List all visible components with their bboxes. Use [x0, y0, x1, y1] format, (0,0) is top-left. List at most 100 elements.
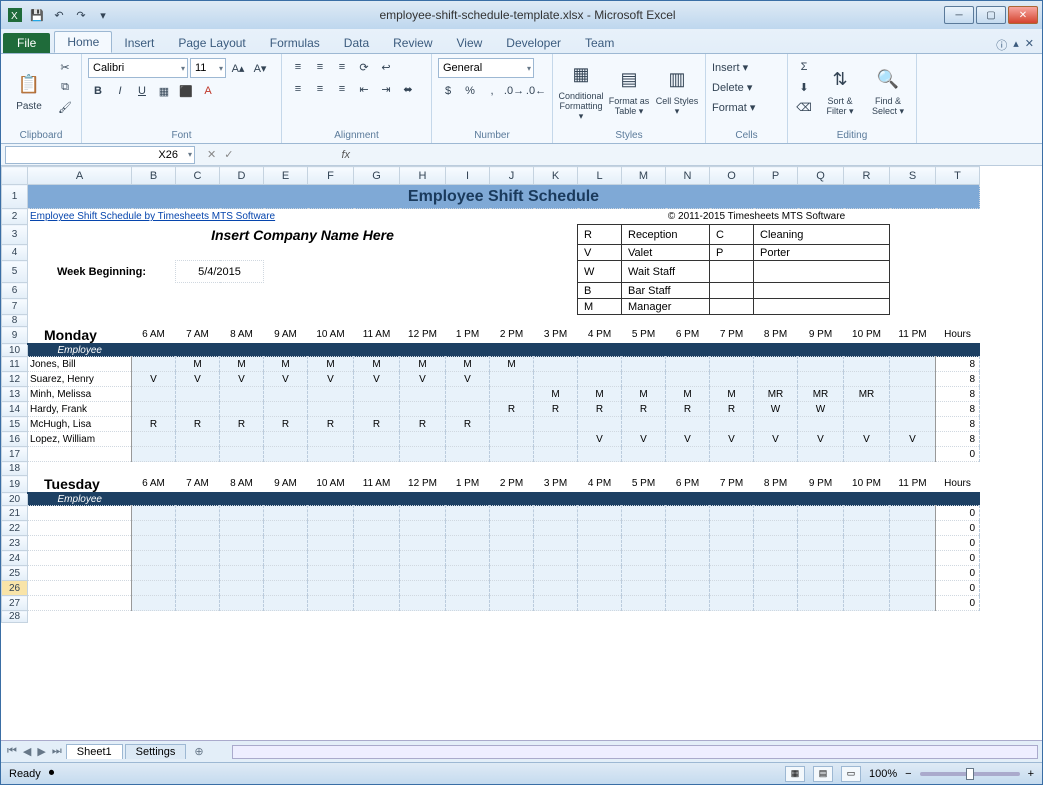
font-size-combo[interactable]: 11 [190, 58, 226, 78]
doc-close-icon[interactable]: ✕ [1025, 37, 1034, 53]
underline-button[interactable]: U [132, 82, 152, 100]
shift-cell[interactable] [220, 432, 264, 447]
align-left-icon[interactable]: ≡ [288, 80, 308, 98]
row-header[interactable]: 2 [2, 209, 28, 225]
shift-cell[interactable]: V [264, 372, 308, 387]
fill-icon[interactable]: ⬇ [794, 78, 814, 96]
shift-cell[interactable]: V [220, 372, 264, 387]
page-break-view-icon[interactable]: ▭ [841, 766, 861, 782]
font-color-icon[interactable]: A [198, 82, 218, 100]
shrink-font-icon[interactable]: A▾ [250, 59, 270, 77]
percent-icon[interactable]: % [460, 82, 480, 100]
col-header[interactable]: N [666, 167, 710, 185]
shift-cell[interactable]: M [400, 357, 446, 372]
shift-cell[interactable] [666, 417, 710, 432]
shift-cell[interactable] [308, 402, 354, 417]
shift-cell[interactable] [710, 417, 754, 432]
shift-cell[interactable]: M [354, 357, 400, 372]
shift-cell[interactable] [446, 432, 490, 447]
shift-cell[interactable]: R [578, 402, 622, 417]
macro-record-icon[interactable]: ⏺ [49, 767, 55, 780]
cut-icon[interactable]: ✂ [55, 58, 75, 76]
horizontal-scrollbar[interactable] [232, 745, 1038, 759]
col-header[interactable]: E [264, 167, 308, 185]
fx-icon[interactable]: fx [341, 149, 350, 161]
minimize-button[interactable]: ─ [944, 6, 974, 24]
col-header[interactable]: Q [798, 167, 844, 185]
shift-cell[interactable]: V [308, 372, 354, 387]
shift-cell[interactable]: V [354, 372, 400, 387]
shift-cell[interactable] [132, 432, 176, 447]
tab-insert[interactable]: Insert [112, 33, 166, 53]
col-header[interactable]: H [400, 167, 446, 185]
align-center-icon[interactable]: ≡ [310, 80, 330, 98]
shift-cell[interactable] [754, 372, 798, 387]
paste-button[interactable]: 📋 Paste [7, 58, 51, 124]
number-format-combo[interactable]: General [438, 58, 534, 78]
find-select-button[interactable]: 🔍Find & Select ▾ [866, 58, 910, 124]
tab-view[interactable]: View [445, 33, 495, 53]
tab-review[interactable]: Review [381, 33, 444, 53]
row-header[interactable]: 3 [2, 225, 28, 245]
col-header[interactable]: M [622, 167, 666, 185]
shift-cell[interactable] [264, 432, 308, 447]
shift-cell[interactable]: MR [754, 387, 798, 402]
tab-first-icon[interactable]: ⏮ [5, 745, 19, 758]
col-header[interactable]: G [354, 167, 400, 185]
shift-cell[interactable]: W [798, 402, 844, 417]
zoom-out-icon[interactable]: − [905, 768, 911, 780]
fill-color-icon[interactable]: ⬛ [176, 82, 196, 100]
shift-cell[interactable] [534, 357, 578, 372]
shift-cell[interactable]: M [622, 387, 666, 402]
clear-icon[interactable]: ⌫ [794, 98, 814, 116]
shift-cell[interactable] [400, 387, 446, 402]
inc-decimal-icon[interactable]: .0→ [504, 82, 524, 100]
align-middle-icon[interactable]: ≡ [310, 58, 330, 76]
shift-cell[interactable]: MR [844, 387, 890, 402]
col-header[interactable]: D [220, 167, 264, 185]
template-link[interactable]: Employee Shift Schedule by Timesheets MT… [28, 209, 534, 225]
copy-icon[interactable]: ⧉ [55, 78, 75, 96]
shift-cell[interactable]: V [176, 372, 220, 387]
shift-cell[interactable] [132, 357, 176, 372]
help-icon[interactable]: ⓘ [996, 37, 1007, 53]
shift-cell[interactable] [176, 387, 220, 402]
shift-cell[interactable] [400, 402, 446, 417]
week-date[interactable]: 5/4/2015 [176, 261, 264, 283]
col-header[interactable]: B [132, 167, 176, 185]
shift-cell[interactable]: M [490, 357, 534, 372]
shift-cell[interactable] [710, 357, 754, 372]
shift-cell[interactable] [264, 387, 308, 402]
tab-home[interactable]: Home [54, 31, 112, 53]
shift-cell[interactable] [666, 357, 710, 372]
tab-page-layout[interactable]: Page Layout [166, 33, 257, 53]
shift-cell[interactable]: V [446, 372, 490, 387]
col-header[interactable]: R [844, 167, 890, 185]
employee-name[interactable]: Minh, Melissa [28, 387, 132, 402]
col-header[interactable]: K [534, 167, 578, 185]
row-header[interactable]: 19 [2, 476, 28, 493]
shift-cell[interactable]: V [710, 432, 754, 447]
shift-cell[interactable] [578, 372, 622, 387]
company-name[interactable]: Insert Company Name Here [28, 225, 578, 245]
accept-formula-icon[interactable]: ✓ [224, 148, 233, 161]
insert-button[interactable]: Insert ▾ [712, 58, 748, 76]
shift-cell[interactable] [798, 357, 844, 372]
shift-cell[interactable] [890, 387, 936, 402]
shift-cell[interactable] [490, 417, 534, 432]
conditional-formatting-button[interactable]: ▦Conditional Formatting ▾ [559, 58, 603, 124]
qat-more-icon[interactable]: ▾ [93, 5, 113, 25]
row-header[interactable]: 13 [2, 387, 28, 402]
shift-cell[interactable]: V [844, 432, 890, 447]
sheet-tab-settings[interactable]: Settings [125, 744, 187, 759]
shift-cell[interactable]: V [890, 432, 936, 447]
shift-cell[interactable] [798, 417, 844, 432]
tab-next-icon[interactable]: ▶ [35, 745, 47, 758]
row-header[interactable]: 28 [2, 611, 28, 623]
shift-cell[interactable]: V [622, 432, 666, 447]
shift-cell[interactable] [710, 372, 754, 387]
row-header[interactable]: 1 [2, 185, 28, 209]
cancel-formula-icon[interactable]: ✕ [207, 148, 216, 161]
shift-cell[interactable] [578, 357, 622, 372]
shift-cell[interactable] [754, 417, 798, 432]
